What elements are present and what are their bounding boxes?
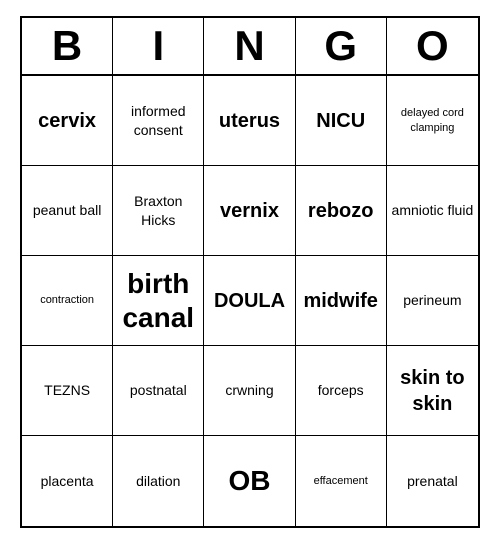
cell-text: placenta — [41, 472, 94, 490]
bingo-cell-19[interactable]: skin to skin — [387, 346, 478, 436]
cell-text: TEZNS — [44, 381, 90, 399]
bingo-cell-24[interactable]: prenatal — [387, 436, 478, 526]
cell-text: rebozo — [308, 198, 374, 224]
bingo-cell-1[interactable]: informed consent — [113, 76, 204, 166]
bingo-cell-16[interactable]: postnatal — [113, 346, 204, 436]
header-letter-G: G — [296, 18, 387, 74]
bingo-cell-7[interactable]: vernix — [204, 166, 295, 256]
cell-text: midwife — [303, 288, 377, 314]
bingo-cell-3[interactable]: NICU — [296, 76, 387, 166]
bingo-cell-14[interactable]: perineum — [387, 256, 478, 346]
bingo-cell-18[interactable]: forceps — [296, 346, 387, 436]
cell-text: postnatal — [130, 381, 187, 399]
cell-text: perineum — [403, 291, 461, 309]
cell-text: birth canal — [117, 267, 199, 334]
cell-text: crwning — [225, 381, 273, 399]
bingo-cell-23[interactable]: effacement — [296, 436, 387, 526]
bingo-cell-2[interactable]: uterus — [204, 76, 295, 166]
cell-text: DOULA — [214, 288, 285, 314]
cell-text: contraction — [40, 293, 94, 307]
bingo-cell-11[interactable]: birth canal — [113, 256, 204, 346]
header-letter-O: O — [387, 18, 478, 74]
bingo-cell-15[interactable]: TEZNS — [22, 346, 113, 436]
bingo-cell-8[interactable]: rebozo — [296, 166, 387, 256]
cell-text: dilation — [136, 472, 180, 490]
cell-text: informed consent — [117, 102, 199, 138]
bingo-cell-10[interactable]: contraction — [22, 256, 113, 346]
cell-text: effacement — [314, 474, 368, 488]
header-letter-B: B — [22, 18, 113, 74]
bingo-cell-21[interactable]: dilation — [113, 436, 204, 526]
bingo-cell-22[interactable]: OB — [204, 436, 295, 526]
bingo-cell-5[interactable]: peanut ball — [22, 166, 113, 256]
bingo-cell-4[interactable]: delayed cord clamping — [387, 76, 478, 166]
bingo-cell-12[interactable]: DOULA — [204, 256, 295, 346]
cell-text: delayed cord clamping — [391, 106, 474, 135]
cell-text: skin to skin — [391, 365, 474, 417]
cell-text: cervix — [38, 108, 96, 134]
cell-text: peanut ball — [33, 201, 102, 219]
bingo-header: BINGO — [22, 18, 478, 76]
cell-text: vernix — [220, 198, 279, 224]
bingo-cell-0[interactable]: cervix — [22, 76, 113, 166]
bingo-grid: cervix informed consent uterus NICU delayed … — [22, 76, 478, 526]
bingo-card: BINGO cervix informed consent uterus NICU de… — [20, 16, 480, 528]
bingo-cell-9[interactable]: amniotic fluid — [387, 166, 478, 256]
bingo-cell-17[interactable]: crwning — [204, 346, 295, 436]
cell-text: NICU — [316, 108, 365, 134]
bingo-cell-20[interactable]: placenta — [22, 436, 113, 526]
cell-text: Braxton Hicks — [117, 192, 199, 228]
cell-text: OB — [228, 464, 270, 498]
cell-text: forceps — [318, 381, 364, 399]
header-letter-N: N — [204, 18, 295, 74]
bingo-cell-6[interactable]: Braxton Hicks — [113, 166, 204, 256]
bingo-cell-13[interactable]: midwife — [296, 256, 387, 346]
cell-text: uterus — [219, 108, 280, 134]
cell-text: amniotic fluid — [392, 201, 474, 219]
header-letter-I: I — [113, 18, 204, 74]
cell-text: prenatal — [407, 472, 458, 490]
